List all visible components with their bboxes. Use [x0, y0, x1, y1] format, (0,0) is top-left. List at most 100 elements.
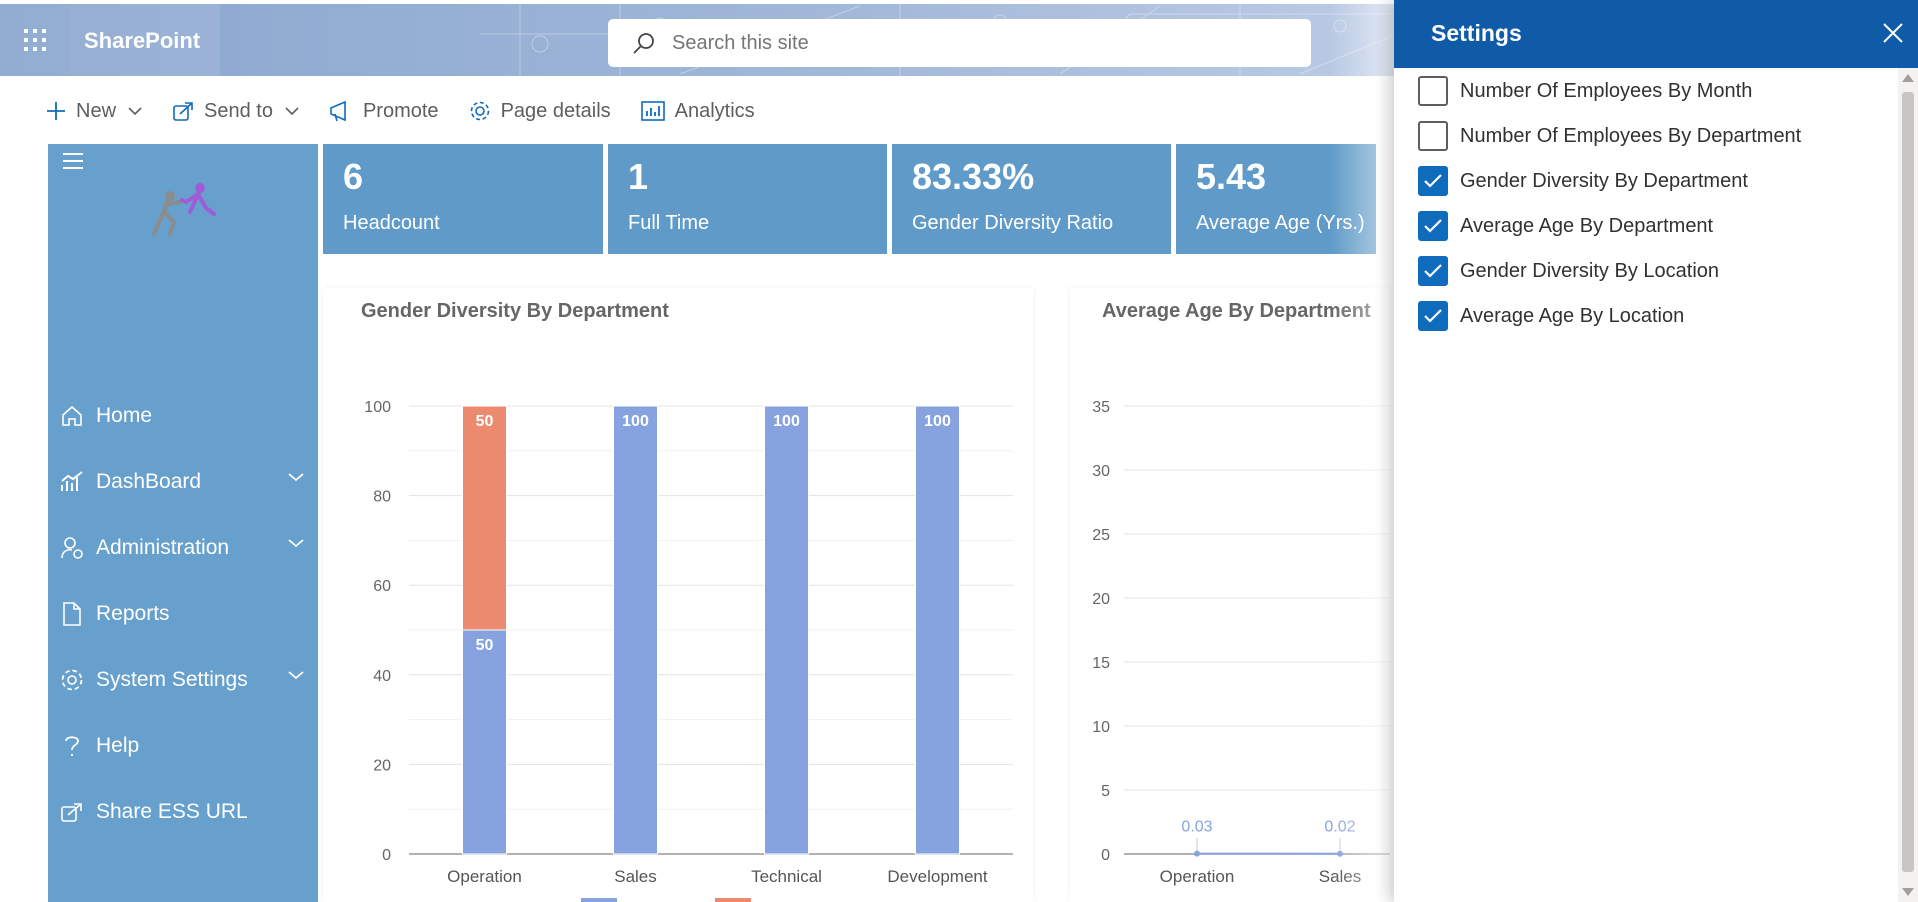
bar-segment[interactable] [915, 405, 960, 855]
gear-icon [470, 101, 489, 121]
settings-option[interactable]: Number Of Employees By Department [1418, 120, 1818, 152]
bar-data-label: 100 [924, 413, 951, 430]
home-icon [60, 404, 84, 428]
promote-label: Promote [362, 99, 439, 122]
bar-segment[interactable] [764, 405, 809, 855]
kpi-label: Gender Diversity Ratio [912, 212, 1114, 234]
settings-option[interactable]: Average Age By Location [1418, 300, 1818, 332]
settings-option[interactable]: Number Of Employees By Month [1418, 75, 1818, 107]
bar-data-label: 50 [476, 413, 494, 430]
y-tick-label: 15 [1092, 655, 1110, 672]
scroll-up-arrow-icon[interactable] [1902, 74, 1914, 82]
kpi-label: Headcount [343, 212, 440, 234]
settings-option-label: Gender Diversity By Department [1460, 169, 1748, 192]
settings-option[interactable]: Average Age By Department [1418, 210, 1818, 242]
chevron-down-icon[interactable] [288, 472, 304, 482]
close-icon[interactable] [1882, 22, 1904, 44]
settings-option[interactable]: Gender Diversity By Department [1418, 165, 1818, 197]
bar-data-label: 100 [622, 413, 649, 430]
chevron-down-icon[interactable] [288, 538, 304, 548]
checkmark-icon [1424, 174, 1442, 188]
checkmark-icon [1424, 309, 1442, 323]
sidebar-item-label: DashBoard [96, 470, 202, 493]
command-bar: New Send to Promote Page details Analyti… [0, 90, 785, 132]
app-name[interactable]: SharePoint [70, 4, 220, 76]
new-button[interactable]: New [46, 100, 142, 123]
settings-title: Settings [1431, 20, 1522, 46]
bar-segment[interactable] [462, 405, 507, 631]
settings-option[interactable]: Gender Diversity By Location [1418, 255, 1818, 287]
checkbox-checked[interactable] [1418, 256, 1448, 286]
search-input[interactable]: Search this site [672, 32, 809, 55]
checkbox-checked[interactable] [1418, 211, 1448, 241]
sidebar-item-label: Help [96, 734, 140, 757]
checkbox-unchecked[interactable] [1418, 121, 1448, 151]
left-nav-sidebar: Home DashBoard Administration Reports Sy… [48, 144, 318, 902]
hamburger-menu-icon[interactable] [62, 152, 84, 170]
share-icon [173, 102, 193, 121]
bar-segment[interactable] [462, 629, 507, 855]
sidebar-item-dashboard[interactable]: DashBoard [48, 460, 318, 504]
gender-diversity-chart: 0 20 40 60 80 100 50 50 Operation 100 Sales 100 Tech… [364, 399, 1013, 902]
panel-edge-shade [1330, 0, 1394, 902]
sidebar-item-administration[interactable]: Administration [48, 526, 318, 570]
chevron-down-icon[interactable] [288, 670, 304, 680]
y-tick-label: 5 [1101, 783, 1110, 800]
settings-option-label: Gender Diversity By Location [1460, 259, 1720, 282]
sidebar-item-home[interactable]: Home [48, 394, 318, 438]
settings-option-label: Number Of Employees By Month [1460, 79, 1753, 102]
bar-data-label: 100 [773, 413, 800, 430]
app-launcher-waffle-icon[interactable] [0, 4, 70, 76]
sidebar-item-label: Reports [96, 602, 170, 625]
kpi-label: Full Time [628, 212, 710, 234]
y-tick-label: 20 [373, 757, 391, 774]
checkbox-checked[interactable] [1418, 166, 1448, 196]
sidebar-item-reports[interactable]: Reports [48, 592, 318, 636]
x-tick-label: Operation [447, 867, 522, 886]
legend-swatch[interactable] [581, 898, 617, 902]
checkbox-checked[interactable] [1418, 301, 1448, 331]
share-link-icon [60, 800, 84, 824]
sidebar-item-share-ess-url[interactable]: Share ESS URL [48, 790, 318, 834]
megaphone-icon [330, 100, 346, 122]
y-tick-label: 30 [1092, 463, 1110, 480]
panel-scrollbar[interactable] [1898, 68, 1918, 902]
page-details-label: Page details [500, 99, 611, 122]
sidebar-item-help[interactable]: Help [48, 724, 318, 768]
x-tick-label: Sales [614, 867, 657, 886]
settings-option-label: Average Age By Department [1460, 214, 1714, 237]
kpi-tile-full-time: 1 Full Time [608, 144, 887, 254]
y-tick-label: 35 [1092, 399, 1110, 416]
gear-icon [60, 668, 84, 692]
analytics-icon [640, 101, 665, 121]
bar-segment[interactable] [613, 405, 658, 855]
sidebar-item-label: System Settings [96, 668, 248, 691]
y-tick-label: 25 [1092, 527, 1110, 544]
kpi-value: 5.43 [1196, 156, 1267, 197]
promote-button[interactable]: Promote [329, 100, 439, 123]
checkbox-unchecked[interactable] [1418, 76, 1448, 106]
chart-card-gender-diversity: Gender Diversity By Department 0 20 40 60 80… [323, 288, 1033, 902]
sidebar-item-system-settings[interactable]: System Settings [48, 658, 318, 702]
page-details-button[interactable]: Page details [469, 100, 611, 123]
x-tick-label: Operation [1160, 867, 1235, 886]
y-tick-label: 60 [373, 578, 391, 595]
x-tick-label: Development [887, 867, 987, 886]
question-icon [60, 734, 84, 758]
search-box[interactable]: Search this site [608, 19, 1311, 67]
y-tick-label: 100 [364, 399, 391, 416]
settings-panel-header: Settings [1394, 0, 1918, 68]
document-icon [60, 602, 84, 626]
scroll-down-arrow-icon[interactable] [1902, 888, 1914, 896]
scrollbar-thumb[interactable] [1902, 92, 1914, 872]
send-to-button[interactable]: Send to [172, 100, 299, 123]
y-tick-label: 10 [1092, 719, 1110, 736]
bar-data-label: 50 [476, 637, 494, 654]
sidebar-item-label: Share ESS URL [96, 800, 248, 823]
sidebar-item-label: Home [96, 404, 153, 427]
checkmark-icon [1424, 264, 1442, 278]
analytics-button[interactable]: Analytics [640, 99, 755, 123]
legend-swatch[interactable] [715, 898, 751, 902]
analytics-label: Analytics [674, 99, 755, 122]
company-logo [152, 183, 216, 236]
